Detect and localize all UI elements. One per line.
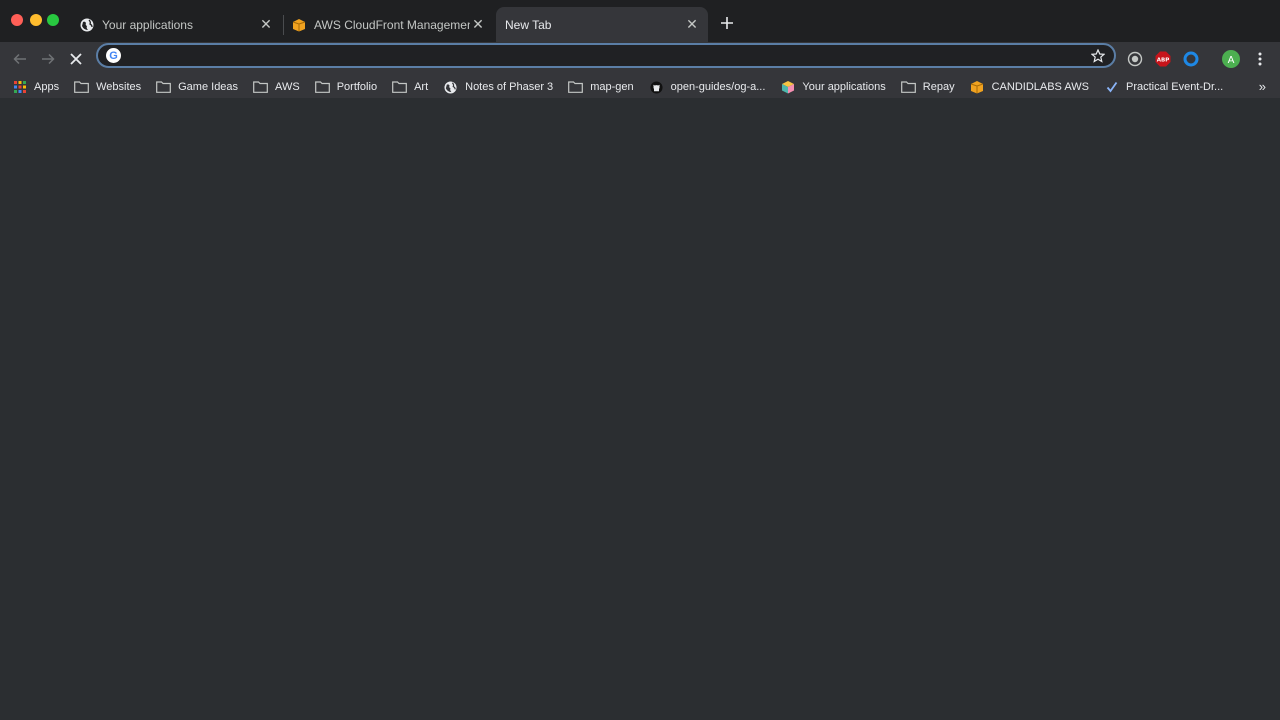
tab-your-applications[interactable]: Your applications ✕ bbox=[72, 7, 282, 42]
bookmarks-overflow-button[interactable]: » bbox=[1259, 79, 1266, 94]
folder-icon bbox=[900, 80, 916, 94]
bookmarks-bar: Apps Websites Game Ideas AWS Portfolio A… bbox=[0, 76, 1280, 98]
tab-title: AWS CloudFront Management bbox=[314, 17, 470, 32]
folder-icon bbox=[74, 80, 89, 94]
github-icon bbox=[649, 80, 664, 94]
bookmark-folder-portfolio[interactable]: Portfolio bbox=[314, 77, 378, 97]
bookmark-label: Repay bbox=[922, 81, 955, 93]
folder-icon bbox=[568, 80, 584, 94]
address-input[interactable] bbox=[126, 47, 1076, 64]
bookmark-folder-game-ideas[interactable]: Game Ideas bbox=[156, 77, 238, 97]
bookmark-practical-event-driven[interactable]: Practical Event-Dr... bbox=[1104, 77, 1223, 97]
adblock-plus-icon[interactable]: ABP bbox=[1150, 46, 1176, 72]
back-button[interactable] bbox=[6, 45, 34, 73]
close-tab-icon[interactable]: ✕ bbox=[470, 16, 486, 33]
bookmark-candidlabs-aws[interactable]: CANDIDLABS AWS bbox=[970, 77, 1089, 97]
apps-grid-icon bbox=[12, 80, 27, 94]
folder-icon bbox=[156, 80, 172, 94]
bookmark-folder-repay[interactable]: Repay bbox=[900, 77, 955, 97]
folder-icon bbox=[392, 80, 407, 94]
browser-menu-icon[interactable] bbox=[1247, 46, 1273, 72]
globe-icon bbox=[443, 80, 458, 94]
bookmark-label: map-gen bbox=[590, 81, 634, 93]
bookmark-folder-map-gen[interactable]: map-gen bbox=[568, 77, 634, 97]
window-maximize-button[interactable] bbox=[47, 14, 59, 26]
window-close-button[interactable] bbox=[11, 14, 23, 26]
folder-icon bbox=[314, 80, 330, 94]
bookmark-label: AWS bbox=[275, 81, 300, 93]
tab-title: Your applications bbox=[102, 17, 193, 32]
svg-text:A: A bbox=[1228, 55, 1235, 66]
svg-text:ABP: ABP bbox=[1157, 58, 1169, 64]
plus-icon bbox=[721, 17, 733, 29]
google-g-icon: G bbox=[106, 48, 121, 63]
forward-button[interactable] bbox=[34, 45, 62, 73]
bookmark-label: open-guides/og-a... bbox=[670, 81, 766, 93]
window-minimize-button[interactable] bbox=[30, 14, 42, 26]
cube-icon bbox=[780, 80, 795, 94]
bookmark-apps[interactable]: Apps bbox=[12, 77, 59, 97]
close-tab-icon[interactable]: ✕ bbox=[684, 16, 700, 33]
bookmark-label: Practical Event-Dr... bbox=[1126, 81, 1224, 93]
aws-box-icon bbox=[292, 18, 306, 32]
stop-loading-button[interactable] bbox=[62, 45, 90, 73]
folder-icon bbox=[253, 80, 268, 94]
tab-new-tab[interactable]: New Tab ✕ bbox=[496, 7, 708, 42]
arrow-left-icon bbox=[13, 53, 26, 65]
bookmark-star-icon[interactable] bbox=[1089, 47, 1106, 64]
target-extension-icon[interactable] bbox=[1122, 46, 1148, 72]
bookmark-label: CANDIDLABS AWS bbox=[991, 81, 1089, 93]
bookmark-your-applications[interactable]: Your applications bbox=[780, 77, 886, 97]
tab-strip: Your applications ✕ AWS CloudFront Manag… bbox=[0, 0, 1280, 42]
arrow-right-icon bbox=[42, 53, 55, 65]
tab-title: New Tab bbox=[505, 17, 552, 32]
bookmark-label: Portfolio bbox=[336, 81, 378, 93]
aws-box-icon bbox=[970, 80, 985, 94]
bookmark-notes-of-phaser-3[interactable]: Notes of Phaser 3 bbox=[443, 77, 553, 97]
bookmark-label: Notes of Phaser 3 bbox=[465, 81, 554, 93]
bookmark-label: Game Ideas bbox=[178, 81, 239, 93]
page-content bbox=[0, 98, 1280, 720]
bookmark-folder-art[interactable]: Art bbox=[392, 77, 428, 97]
address-bar[interactable]: G bbox=[96, 43, 1116, 68]
bookmark-open-guides[interactable]: open-guides/og-a... bbox=[649, 77, 766, 97]
globe-icon bbox=[80, 18, 94, 32]
bookmark-label: Apps bbox=[34, 81, 60, 93]
browser-toolbar: G ABP A bbox=[0, 42, 1280, 76]
bookmark-label: Art bbox=[414, 81, 429, 93]
close-icon bbox=[70, 53, 82, 65]
close-tab-icon[interactable]: ✕ bbox=[258, 16, 274, 33]
bookmark-folder-aws[interactable]: AWS bbox=[253, 77, 300, 97]
bookmark-label: Your applications bbox=[802, 81, 886, 93]
check-icon bbox=[1104, 80, 1119, 94]
profile-avatar[interactable]: A bbox=[1218, 46, 1244, 72]
blue-ring-extension-icon[interactable] bbox=[1178, 46, 1204, 72]
bookmark-folder-websites[interactable]: Websites bbox=[74, 77, 141, 97]
tab-aws-cloudfront[interactable]: AWS CloudFront Management ✕ bbox=[284, 7, 494, 42]
new-tab-button[interactable] bbox=[716, 12, 738, 34]
bookmark-label: Websites bbox=[96, 81, 142, 93]
